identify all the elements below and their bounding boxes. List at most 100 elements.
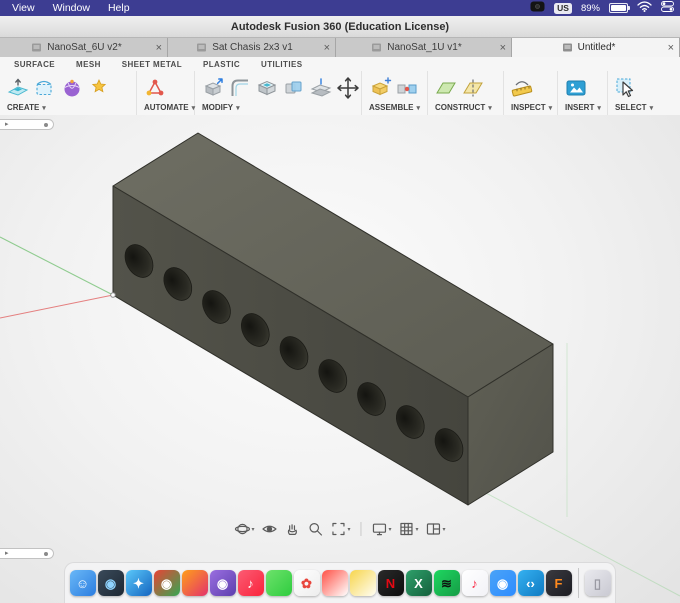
- nav-orbit-button[interactable]: ▾: [234, 521, 254, 537]
- battery-icon[interactable]: [609, 3, 630, 13]
- dock-icon-fusion-360[interactable]: F: [545, 570, 572, 596]
- nav-pan-button[interactable]: [284, 521, 300, 537]
- menu-view[interactable]: View: [12, 2, 35, 14]
- dock-icon-finder[interactable]: ☺: [69, 570, 96, 596]
- dock-icon-netflix[interactable]: N: [377, 570, 404, 596]
- ribbon-label-insert[interactable]: INSERT ▾: [565, 103, 601, 112]
- fusion-360-glyph: F: [554, 575, 563, 591]
- nav-fit-button[interactable]: ▾: [330, 521, 350, 537]
- dock-icons: ☺ ◉ ✦ ◉ ◉ ♪ ✿ N X ≋ ♪ ◉ ‹› F ▯: [69, 568, 611, 598]
- construction-plane-icon[interactable]: [434, 76, 458, 100]
- shell-icon[interactable]: [255, 76, 279, 100]
- menu-window[interactable]: Window: [53, 2, 90, 14]
- zoom-icon: [309, 523, 323, 536]
- nav-grid-settings-button[interactable]: ▾: [399, 521, 419, 537]
- safari-glyph: ✦: [133, 575, 144, 591]
- menu-help[interactable]: Help: [108, 2, 130, 14]
- document-icon: [562, 43, 572, 52]
- dock-icon-safari[interactable]: ✦: [125, 570, 152, 596]
- tab-utilities[interactable]: UTILITIES: [261, 60, 302, 69]
- chevron-down-icon: ▾: [251, 526, 255, 533]
- close-tab-icon[interactable]: ×: [500, 42, 506, 53]
- trash-glyph: ▯: [593, 575, 602, 591]
- dock-icon-photo-booth[interactable]: ◉: [97, 570, 124, 596]
- photo-booth-glyph: ◉: [104, 575, 117, 591]
- insert-canvas-icon[interactable]: [564, 76, 588, 100]
- close-tab-icon[interactable]: ×: [156, 42, 162, 53]
- dock-icon-notes[interactable]: [349, 570, 376, 596]
- nav-zoom-button[interactable]: [307, 521, 323, 537]
- ribbon-label-create[interactable]: CREATE ▾: [7, 103, 46, 112]
- fillet-icon[interactable]: [228, 76, 252, 100]
- nav-bar-divider: [360, 522, 362, 536]
- tab-plastic[interactable]: PLASTIC: [203, 60, 240, 69]
- combine-icon[interactable]: [282, 76, 306, 100]
- netflix-glyph: N: [385, 575, 396, 591]
- expand-arrow-icon: ▸: [5, 121, 9, 128]
- camera-indicator-icon[interactable]: [530, 1, 545, 15]
- patch-icon[interactable]: [33, 76, 57, 100]
- doc-tab-nanosat-6u[interactable]: NanoSat_6U v2* ×: [0, 38, 168, 57]
- wifi-icon[interactable]: [637, 1, 652, 15]
- dock-icon-apple-music[interactable]: ♪: [461, 570, 488, 596]
- dock-icon-calendar[interactable]: [321, 570, 348, 596]
- tab-surface[interactable]: SURFACE: [14, 60, 55, 69]
- ribbon-label-assemble[interactable]: ASSEMBLE ▾: [369, 103, 420, 112]
- model-block[interactable]: [112, 132, 554, 506]
- move-copy-icon[interactable]: [336, 76, 360, 100]
- ribbon-label-automate[interactable]: AUTOMATE ▾: [144, 103, 195, 112]
- tab-mesh[interactable]: MESH: [76, 60, 101, 69]
- podcasts-glyph: ◉: [216, 575, 229, 591]
- automate-icon[interactable]: [143, 76, 167, 100]
- dock-icon-chrome[interactable]: ◉: [153, 570, 180, 596]
- toolbar-ribbon: CREATE ▾ AUTOMATE ▾ MODIFY ▾ ASSEMBLE ▾ …: [0, 71, 680, 116]
- doc-tab-sat-chasis[interactable]: Sat Chasis 2x3 v1 ×: [168, 38, 336, 57]
- window-title-bar: Autodesk Fusion 360 (Education License): [0, 16, 680, 38]
- viewport[interactable]: ▸ ▾ ▾ ▾ ▾ ▾ ▸: [0, 115, 680, 603]
- dock-icon-music[interactable]: ♪: [237, 570, 264, 596]
- dock-icon-vscode[interactable]: ‹›: [517, 570, 544, 596]
- zoom-glyph: ◉: [496, 575, 509, 591]
- dock-icon-podcasts[interactable]: ◉: [209, 570, 236, 596]
- browser-panel-toggle[interactable]: ▸: [0, 119, 54, 130]
- ribbon-label-select[interactable]: SELECT ▾: [615, 103, 653, 112]
- ribbon-label-inspect[interactable]: INSPECT ▾: [511, 103, 552, 112]
- macos-menu-bar: View Window Help US 89%: [0, 0, 680, 16]
- press-pull-icon[interactable]: [201, 76, 225, 100]
- measure-icon[interactable]: [510, 76, 534, 100]
- dock-icon-trash[interactable]: ▯: [584, 570, 611, 596]
- dock-icon-messages[interactable]: [265, 570, 292, 596]
- select-cursor-icon[interactable]: [614, 76, 638, 100]
- display-settings-icon: [372, 523, 387, 536]
- control-center-icon[interactable]: [661, 1, 674, 15]
- joint-icon[interactable]: [395, 76, 419, 100]
- nav-look-at-button[interactable]: [261, 521, 277, 537]
- dock-icon-excel[interactable]: X: [405, 570, 432, 596]
- dock-icon-zoom[interactable]: ◉: [489, 570, 516, 596]
- ribbon-label-construct[interactable]: CONSTRUCT ▾: [435, 103, 492, 112]
- nav-viewports-button[interactable]: ▾: [426, 521, 446, 537]
- dock-icon-spotify[interactable]: ≋: [433, 570, 460, 596]
- dock-icon-photos[interactable]: ✿: [293, 570, 320, 596]
- chevron-down-icon: ▾: [597, 105, 601, 112]
- construction-axis-icon[interactable]: [461, 76, 485, 100]
- bottom-panel-toggle[interactable]: ▸: [0, 548, 54, 559]
- ribbon-label-modify[interactable]: MODIFY ▾: [202, 103, 240, 112]
- emboss-icon[interactable]: [87, 76, 111, 100]
- vscode-glyph: ‹›: [526, 575, 535, 591]
- dock-icon-firefox[interactable]: [181, 570, 208, 596]
- close-tab-icon[interactable]: ×: [668, 42, 674, 53]
- doc-tab-title: NanoSat_6U v2*: [47, 42, 122, 53]
- form-icon[interactable]: [60, 76, 84, 100]
- close-tab-icon[interactable]: ×: [324, 42, 330, 53]
- doc-tab-nanosat-1u[interactable]: NanoSat_1U v1* ×: [336, 38, 512, 57]
- tab-sheet-metal[interactable]: SHEET METAL: [122, 60, 182, 69]
- chevron-down-icon: ▾: [442, 526, 446, 533]
- extrude-surface-icon[interactable]: [6, 76, 30, 100]
- new-component-icon[interactable]: [368, 76, 392, 100]
- doc-tab-untitled[interactable]: Untitled* ×: [512, 38, 680, 57]
- keyboard-layout-badge[interactable]: US: [554, 2, 572, 14]
- grid-settings-icon: [400, 522, 413, 536]
- nav-display-settings-button[interactable]: ▾: [371, 521, 392, 537]
- offset-face-icon[interactable]: [309, 76, 333, 100]
